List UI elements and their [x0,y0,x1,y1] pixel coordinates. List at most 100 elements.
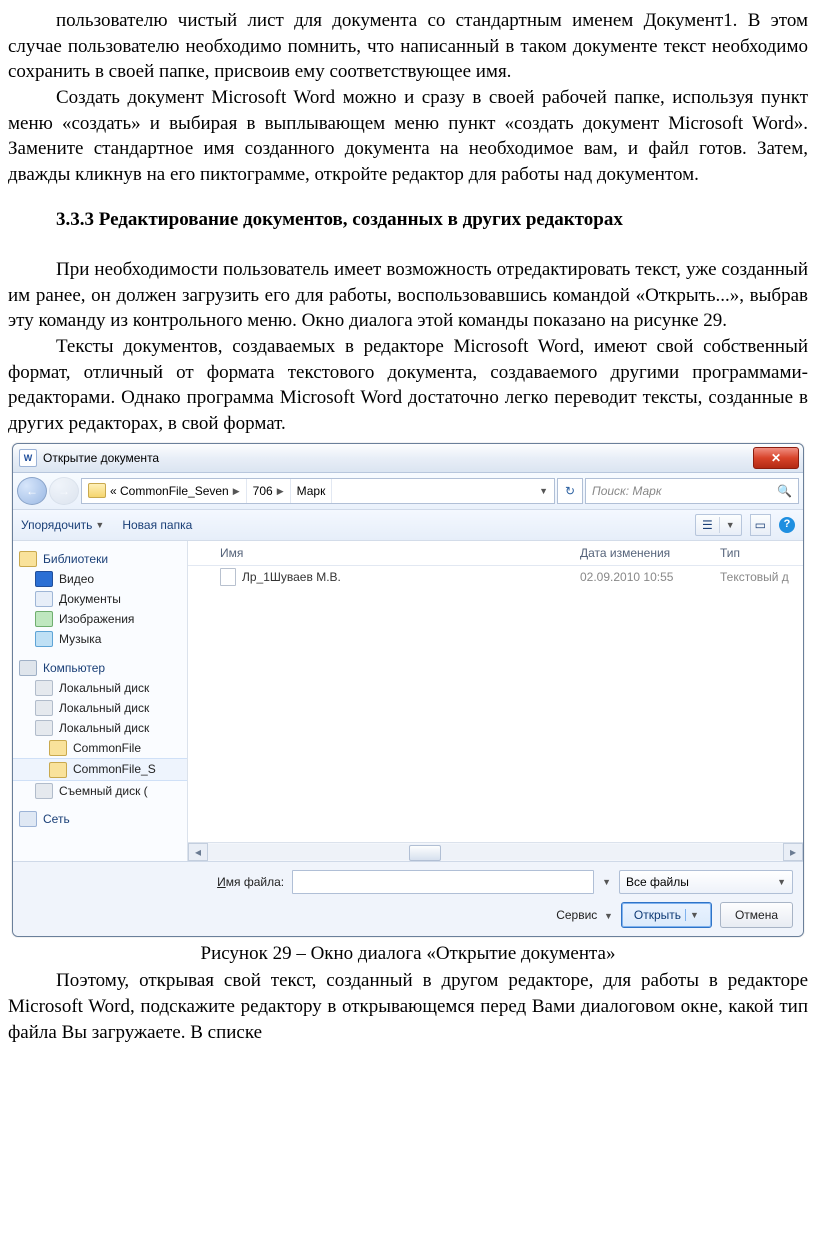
file-type: Текстовый д [720,569,803,585]
nav-music[interactable]: Музыка [13,629,187,649]
documents-icon [35,591,53,607]
file-name: Лр_1Шуваев М.В. [242,569,341,585]
scroll-left-icon[interactable]: ◂ [188,843,208,861]
folder-icon [49,740,67,756]
nav-forward-button[interactable]: → [49,477,79,505]
nav-label: CommonFile [73,740,141,756]
column-date[interactable]: Дата изменения [580,545,720,561]
drive-icon [35,783,53,799]
paragraph: Поэтому, открывая свой текст, созданный … [8,968,808,1045]
chevron-down-icon: ▼ [95,519,104,531]
paragraph: пользователю чистый лист для документа с… [8,8,808,85]
paragraph: При необходимости пользователь имеет воз… [8,257,808,334]
nav-drive[interactable]: Локальный диск [13,678,187,698]
filter-label: Все файлы [626,874,689,890]
figure-caption: Рисунок 29 – Окно диалога «Открытие доку… [8,941,808,967]
organize-button[interactable]: Упорядочить ▼ [21,517,104,533]
new-folder-label: Новая папка [122,517,192,533]
nav-label: Локальный диск [59,680,149,696]
chevron-down-icon[interactable]: ▼ [685,909,699,921]
computer-icon [19,660,37,676]
breadcrumb[interactable]: « CommonFile_Seven ▶ 706 ▶ Марк ▼ [81,478,555,504]
dialog-title: Открытие документа [43,450,159,466]
refresh-icon: ↻ [565,483,575,499]
nav-label: Библиотеки [43,551,108,567]
nav-label: Съемный диск ( [59,783,148,799]
nav-documents[interactable]: Документы [13,589,187,609]
nav-computer[interactable]: Компьютер [13,658,187,678]
search-icon: 🔍 [777,483,792,499]
paragraph: Тексты документов, создаваемых в редакто… [8,334,808,437]
breadcrumb-segment[interactable]: 706 [253,483,273,499]
service-button[interactable]: Сервис ▼ [556,907,613,923]
folder-icon [49,762,67,778]
organize-label: Упорядочить [21,517,92,533]
file-row[interactable]: Лр_1Шуваев М.В. 02.09.2010 10:55 Текстов… [188,566,803,588]
nav-removable[interactable]: Съемный диск ( [13,781,187,801]
cancel-button[interactable]: Отмена [720,902,793,928]
help-icon[interactable]: ? [779,517,795,533]
nav-folder-selected[interactable]: CommonFile_S [13,758,187,780]
search-input[interactable]: Поиск: Марк 🔍 [585,478,799,504]
nav-libraries[interactable]: Библиотеки [13,549,187,569]
nav-folder[interactable]: CommonFile [13,738,187,758]
open-button[interactable]: Открыть ▼ [621,902,712,928]
breadcrumb-segment[interactable]: « CommonFile_Seven [110,483,229,499]
new-folder-button[interactable]: Новая папка [122,517,192,533]
chevron-down-icon[interactable]: ▼ [539,485,548,497]
nav-drive[interactable]: Локальный диск [13,718,187,738]
video-icon [35,571,53,587]
nav-label: Локальный диск [59,720,149,736]
nav-pictures[interactable]: Изображения [13,609,187,629]
scroll-right-icon[interactable]: ▸ [783,843,803,861]
nav-video[interactable]: Видео [13,569,187,589]
scroll-thumb[interactable] [409,845,441,861]
scroll-track[interactable] [208,844,783,860]
filename-input[interactable] [292,870,594,894]
drive-icon [35,680,53,696]
section-heading: 3.3.3 Редактирование документов, созданн… [8,207,808,233]
chevron-down-icon[interactable]: ▼ [602,876,611,888]
nav-label: Музыка [59,631,101,647]
arrow-left-icon: ← [26,483,38,499]
nav-label: Видео [59,571,94,587]
preview-pane-icon[interactable]: ▭ [750,514,771,536]
nav-label: Изображения [59,611,134,627]
breadcrumb-segment[interactable]: Марк [297,483,326,499]
file-list-pane: Имя Дата изменения Тип Лр_1Шуваев М.В. 0… [188,541,803,861]
chevron-right-icon: ▶ [233,485,240,497]
nav-network[interactable]: Сеть [13,809,187,829]
nav-label: Компьютер [43,660,105,676]
navigation-pane: Библиотеки Видео Документы Изображения [13,541,188,861]
network-icon [19,811,37,827]
column-name[interactable]: Имя [220,545,580,561]
column-headers[interactable]: Имя Дата изменения Тип [188,541,803,566]
open-label: Открыть [634,907,681,923]
view-mode-selector[interactable]: ☰ ▼ [695,514,742,536]
horizontal-scrollbar[interactable]: ◂ ▸ [188,842,803,861]
text-file-icon [220,568,236,586]
titlebar: W Открытие документа ✕ [13,444,803,473]
paragraph: Создать документ Microsoft Word можно и … [8,85,808,188]
view-list-icon: ☰ [696,517,720,533]
refresh-button[interactable]: ↻ [557,478,583,504]
nav-drive[interactable]: Локальный диск [13,698,187,718]
folder-icon [88,483,106,498]
libraries-icon [19,551,37,567]
music-icon [35,631,53,647]
column-type[interactable]: Тип [720,545,803,561]
arrow-right-icon: → [58,483,70,499]
cancel-label: Отмена [735,907,778,923]
nav-back-button[interactable]: ← [17,477,47,505]
chevron-down-icon: ▼ [720,519,741,531]
file-type-dropdown[interactable]: Все файлы ▼ [619,870,793,894]
close-icon: ✕ [771,450,781,466]
filename-label: Имя файла: [217,874,284,890]
service-label: Сервис [556,908,597,922]
word-icon: W [19,449,37,467]
chevron-right-icon: ▶ [277,485,284,497]
file-date: 02.09.2010 10:55 [580,569,720,585]
chevron-down-icon: ▼ [777,876,786,888]
close-button[interactable]: ✕ [753,447,799,469]
nav-label: Локальный диск [59,700,149,716]
